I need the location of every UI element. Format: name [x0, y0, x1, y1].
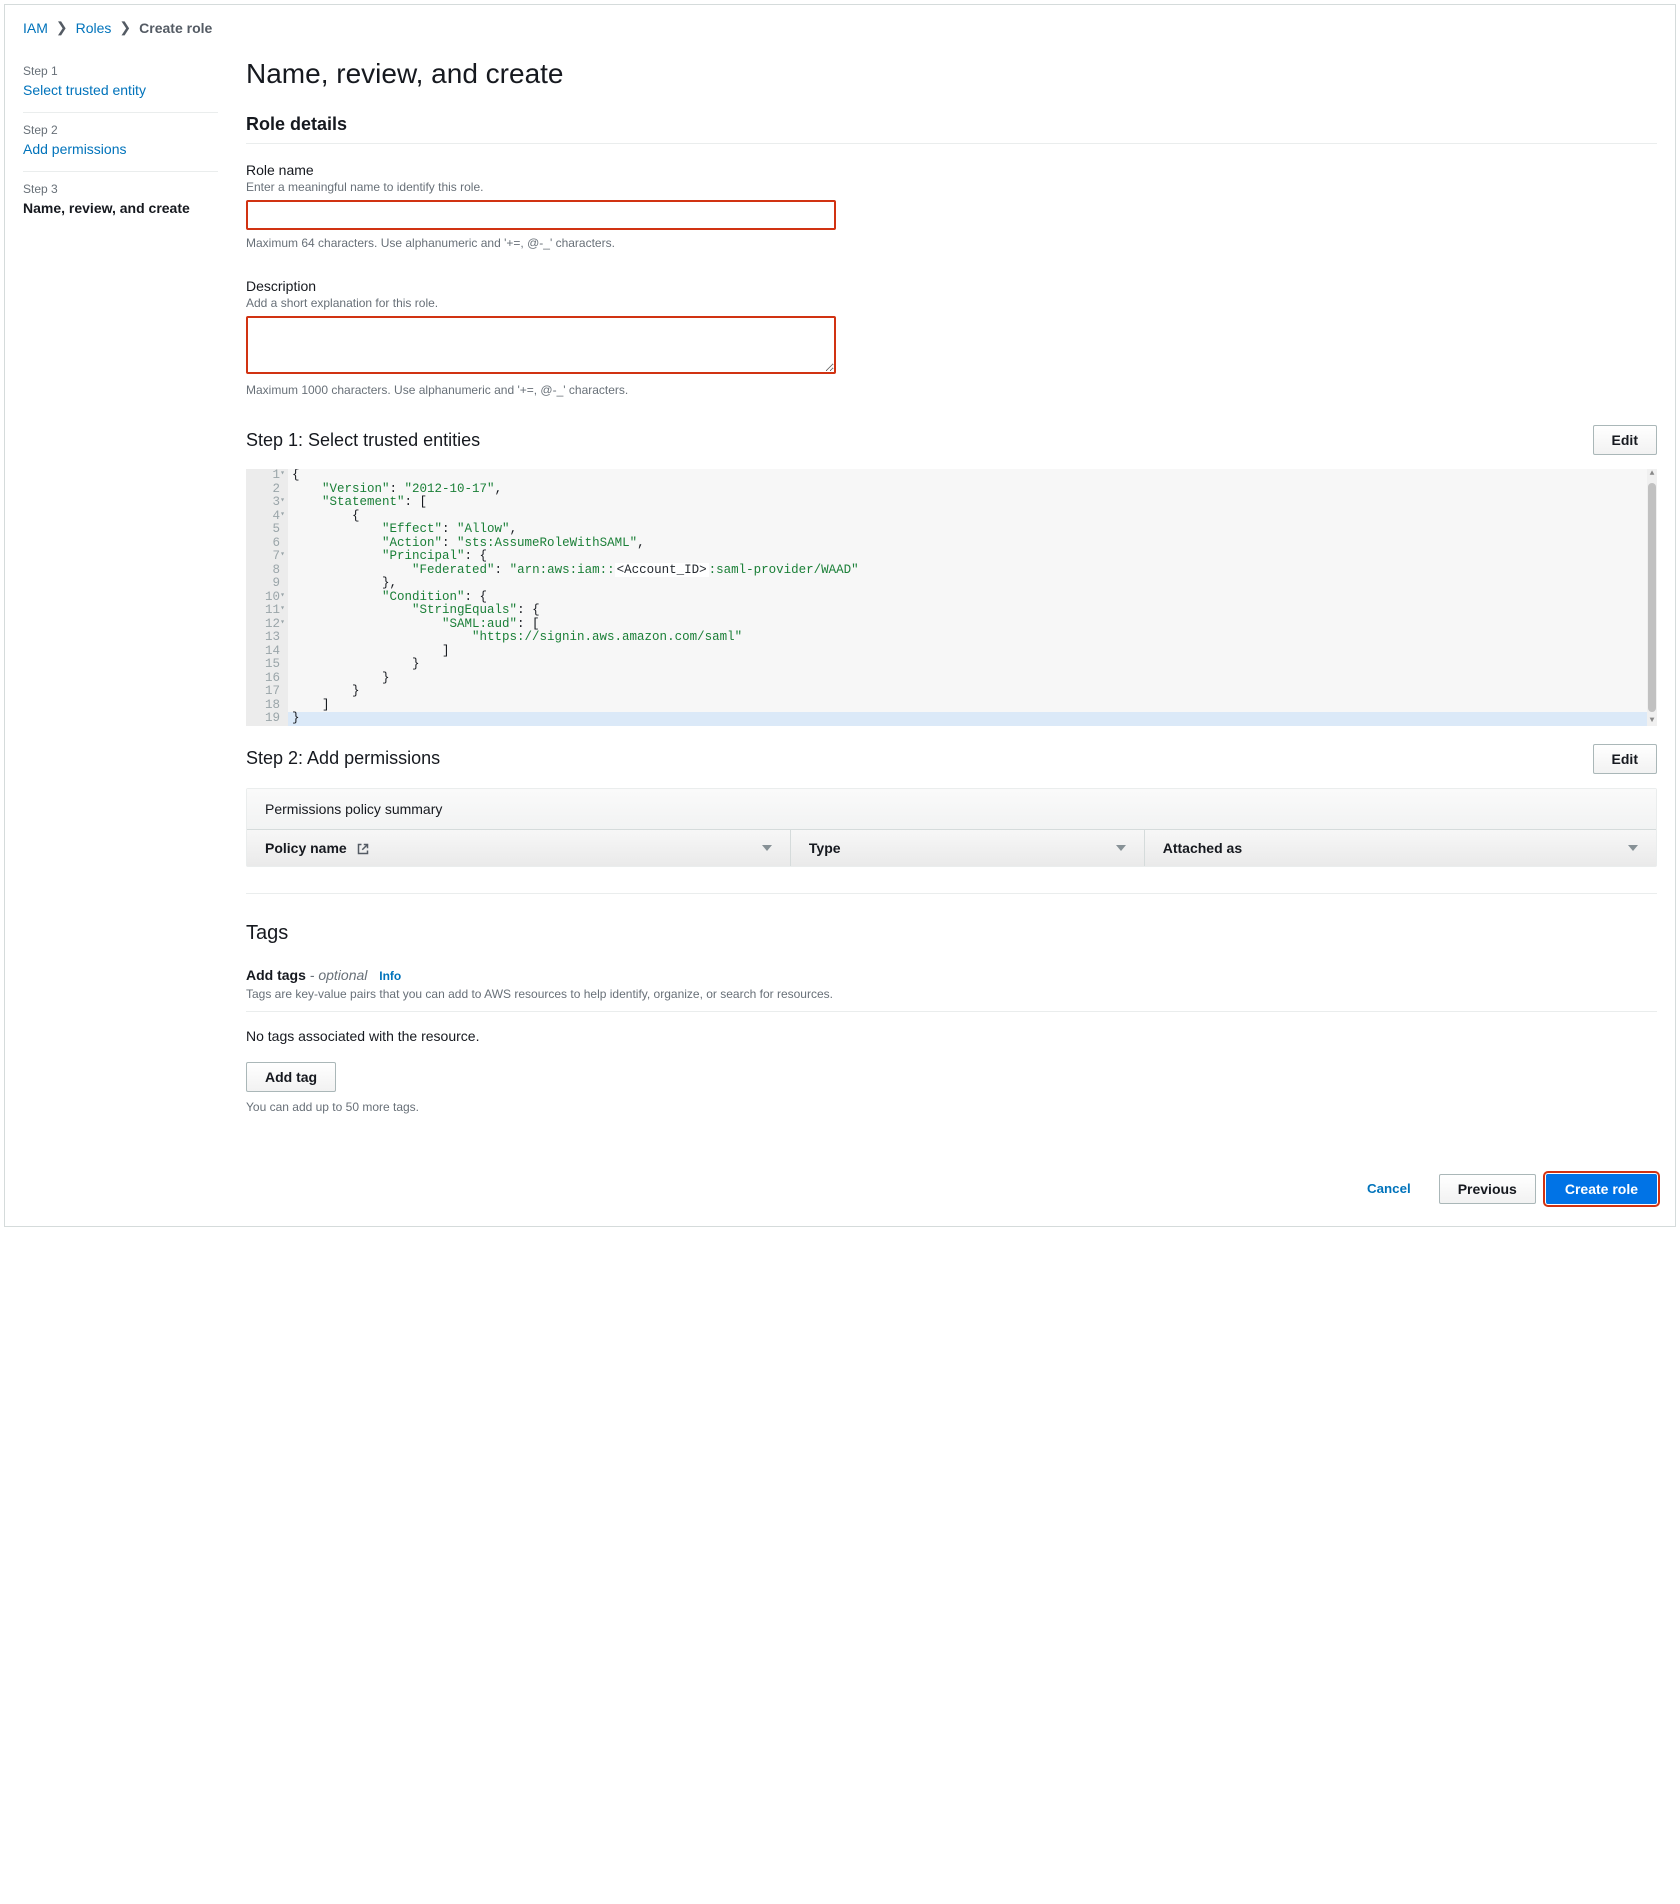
- role-name-constraint: Maximum 64 characters. Use alphanumeric …: [246, 236, 1657, 250]
- step-number: Step 2: [23, 123, 218, 137]
- create-role-button[interactable]: Create role: [1546, 1174, 1657, 1204]
- editor-scrollbar[interactable]: ▲ ▼: [1647, 469, 1657, 726]
- sidebar-step-2[interactable]: Step 2 Add permissions: [23, 113, 218, 172]
- wizard-footer: Cancel Previous Create role: [246, 1174, 1657, 1204]
- description-constraint: Maximum 1000 characters. Use alphanumeri…: [246, 383, 1657, 397]
- col-policy-name[interactable]: Policy name: [247, 830, 791, 866]
- tags-limit-hint: You can add up to 50 more tags.: [246, 1100, 1657, 1114]
- chevron-right-icon: ❯: [56, 19, 68, 36]
- sort-icon[interactable]: [1116, 845, 1126, 851]
- add-tags-row: Add tags - optional Info: [246, 967, 1657, 983]
- add-tags-label: Add tags: [246, 967, 306, 983]
- tags-heading: Tags: [246, 922, 1657, 945]
- scroll-up-icon[interactable]: ▲: [1650, 469, 1655, 479]
- description-hint: Add a short explanation for this role.: [246, 296, 1657, 310]
- chevron-right-icon: ❯: [119, 19, 131, 36]
- step-number: Step 1: [23, 64, 218, 78]
- edit-step2-button[interactable]: Edit: [1593, 744, 1657, 774]
- step1-heading: Step 1: Select trusted entities: [246, 430, 480, 451]
- permissions-table-header: Policy name Type: [247, 829, 1656, 866]
- sidebar-step-3: Step 3 Name, review, and create: [23, 172, 218, 230]
- role-name-label: Role name: [246, 162, 1657, 178]
- col-attached-label: Attached as: [1163, 840, 1242, 856]
- optional-label: - optional: [306, 967, 367, 983]
- trust-policy-editor[interactable]: 12345678910111213141516171819 { "Version…: [246, 469, 1657, 726]
- line-gutter: 12345678910111213141516171819: [246, 469, 288, 726]
- step-number: Step 3: [23, 182, 218, 196]
- description-label: Description: [246, 278, 1657, 294]
- breadcrumb-iam[interactable]: IAM: [23, 20, 48, 36]
- col-policy-label: Policy name: [265, 840, 347, 856]
- divider: [246, 893, 1657, 894]
- sort-icon[interactable]: [762, 845, 772, 851]
- scroll-down-icon[interactable]: ▼: [1650, 716, 1655, 726]
- step-label[interactable]: Add permissions: [23, 141, 218, 157]
- role-details-heading: Role details: [246, 114, 1657, 135]
- col-attached-as[interactable]: Attached as: [1145, 830, 1656, 866]
- sidebar-step-1[interactable]: Step 1 Select trusted entity: [23, 54, 218, 113]
- step-label-active: Name, review, and create: [23, 200, 218, 216]
- tags-description: Tags are key-value pairs that you can ad…: [246, 987, 1657, 1001]
- main-content: Name, review, and create Role details Ro…: [246, 54, 1657, 1204]
- permissions-summary-title: Permissions policy summary: [247, 789, 1656, 829]
- edit-step1-button[interactable]: Edit: [1593, 425, 1657, 455]
- cancel-button[interactable]: Cancel: [1349, 1174, 1429, 1204]
- step-label[interactable]: Select trusted entity: [23, 82, 218, 98]
- no-tags-message: No tags associated with the resource.: [246, 1028, 1657, 1044]
- page-title: Name, review, and create: [246, 58, 1657, 90]
- info-link[interactable]: Info: [379, 969, 401, 983]
- col-type-label: Type: [809, 840, 841, 856]
- scroll-thumb[interactable]: [1648, 483, 1656, 712]
- previous-button[interactable]: Previous: [1439, 1174, 1536, 1204]
- role-name-hint: Enter a meaningful name to identify this…: [246, 180, 1657, 194]
- sort-icon[interactable]: [1628, 845, 1638, 851]
- code-body[interactable]: { "Version": "2012-10-17", "Statement": …: [288, 469, 1647, 726]
- permissions-summary-panel: Permissions policy summary Policy name: [246, 788, 1657, 867]
- col-type[interactable]: Type: [791, 830, 1145, 866]
- breadcrumb: IAM ❯ Roles ❯ Create role: [23, 19, 1657, 36]
- step2-heading: Step 2: Add permissions: [246, 748, 440, 769]
- divider: [246, 1011, 1657, 1012]
- wizard-sidebar: Step 1 Select trusted entity Step 2 Add …: [23, 54, 218, 1204]
- external-link-icon: [357, 840, 369, 856]
- role-name-field-group: Role name Enter a meaningful name to ide…: [246, 162, 1657, 250]
- role-name-input[interactable]: [246, 200, 836, 230]
- breadcrumb-current: Create role: [139, 20, 212, 36]
- add-tag-button[interactable]: Add tag: [246, 1062, 336, 1092]
- description-field-group: Description Add a short explanation for …: [246, 278, 1657, 397]
- description-input[interactable]: [246, 316, 836, 374]
- breadcrumb-roles[interactable]: Roles: [76, 20, 112, 36]
